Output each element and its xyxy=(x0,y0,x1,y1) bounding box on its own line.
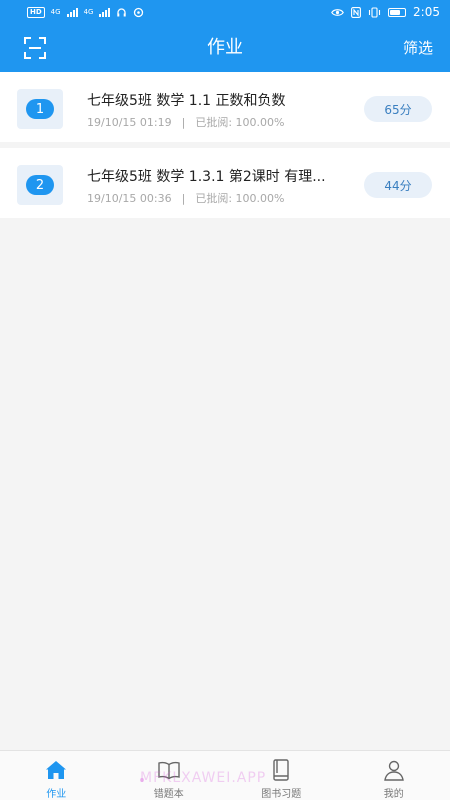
homework-item[interactable]: 1 七年级5班 数学 1.1 正数和负数 19/10/15 01:19 | 已批阅:… xyxy=(0,72,450,142)
item-number: 1 xyxy=(26,99,54,119)
homework-meta: 19/10/15 00:36 | 已批阅: 100.00% xyxy=(87,190,284,206)
tab-label: 我的 xyxy=(383,789,404,800)
book-icon xyxy=(273,759,289,781)
filter-button[interactable]: 筛选 xyxy=(403,24,433,72)
meta-separator: | xyxy=(181,116,186,129)
tab-label: 图书习题 xyxy=(261,789,302,800)
homework-meta: 19/10/15 01:19 | 已批阅: 100.00% xyxy=(87,114,284,130)
battery-level xyxy=(390,9,400,15)
tab-mistakes[interactable]: 错题本 xyxy=(113,751,226,800)
tab-homework[interactable]: 作业 xyxy=(0,751,113,800)
eye-icon xyxy=(331,8,344,16)
battery-icon xyxy=(388,7,407,17)
tab-mine[interactable]: 我的 xyxy=(338,751,450,800)
review-status: 已批阅: 100.00% xyxy=(195,192,285,205)
tab-book-exercises[interactable]: 图书习题 xyxy=(225,751,338,800)
signal-icon-2 xyxy=(99,7,111,17)
homework-date: 19/10/15 00:36 xyxy=(87,192,172,205)
score-badge: 65分 xyxy=(364,96,432,122)
homework-title: 七年级5班 数学 1.1 正数和负数 xyxy=(87,93,286,109)
signal-icon xyxy=(66,7,78,17)
person-icon xyxy=(383,760,404,781)
home-icon xyxy=(46,761,67,779)
tab-label: 作业 xyxy=(46,789,67,800)
sync-icon xyxy=(134,7,144,17)
status-right: 2:05 xyxy=(331,5,440,19)
status-left: HD 4G 4G xyxy=(27,6,144,18)
network-label: 4G xyxy=(50,8,61,16)
notebook-icon xyxy=(158,761,180,780)
item-number: 2 xyxy=(26,175,54,195)
hd-badge: HD xyxy=(27,6,45,18)
watermark-dot xyxy=(140,778,144,782)
status-bar: HD 4G 4G 2:05 xyxy=(0,0,450,24)
app-header: 作业 筛选 xyxy=(0,24,450,72)
nfc-icon xyxy=(351,6,361,18)
bottom-tab-bar: 作业 错题本 图书习题 我的 MFKLXAWEI.APP xyxy=(0,750,450,800)
homework-date: 19/10/15 01:19 xyxy=(87,116,172,129)
homework-item[interactable]: 2 七年级5班 数学 1.3.1 第2课时 有理... 19/10/15 00:… xyxy=(0,148,450,218)
homework-title: 七年级5班 数学 1.3.1 第2课时 有理... xyxy=(87,169,326,185)
page-title: 作业 xyxy=(207,37,243,58)
homework-list: 1 七年级5班 数学 1.1 正数和负数 19/10/15 01:19 | 已批阅:… xyxy=(0,72,450,224)
clock: 2:05 xyxy=(413,5,440,19)
item-number-box: 1 xyxy=(17,89,63,129)
score-badge: 44分 xyxy=(364,172,432,198)
vibrate-icon xyxy=(368,6,381,18)
headset-icon xyxy=(117,7,127,16)
review-status: 已批阅: 100.00% xyxy=(195,116,285,129)
item-number-box: 2 xyxy=(17,165,63,205)
tab-label: 错题本 xyxy=(153,789,184,800)
meta-separator: | xyxy=(181,192,186,205)
network-label-2: 4G xyxy=(83,8,94,16)
